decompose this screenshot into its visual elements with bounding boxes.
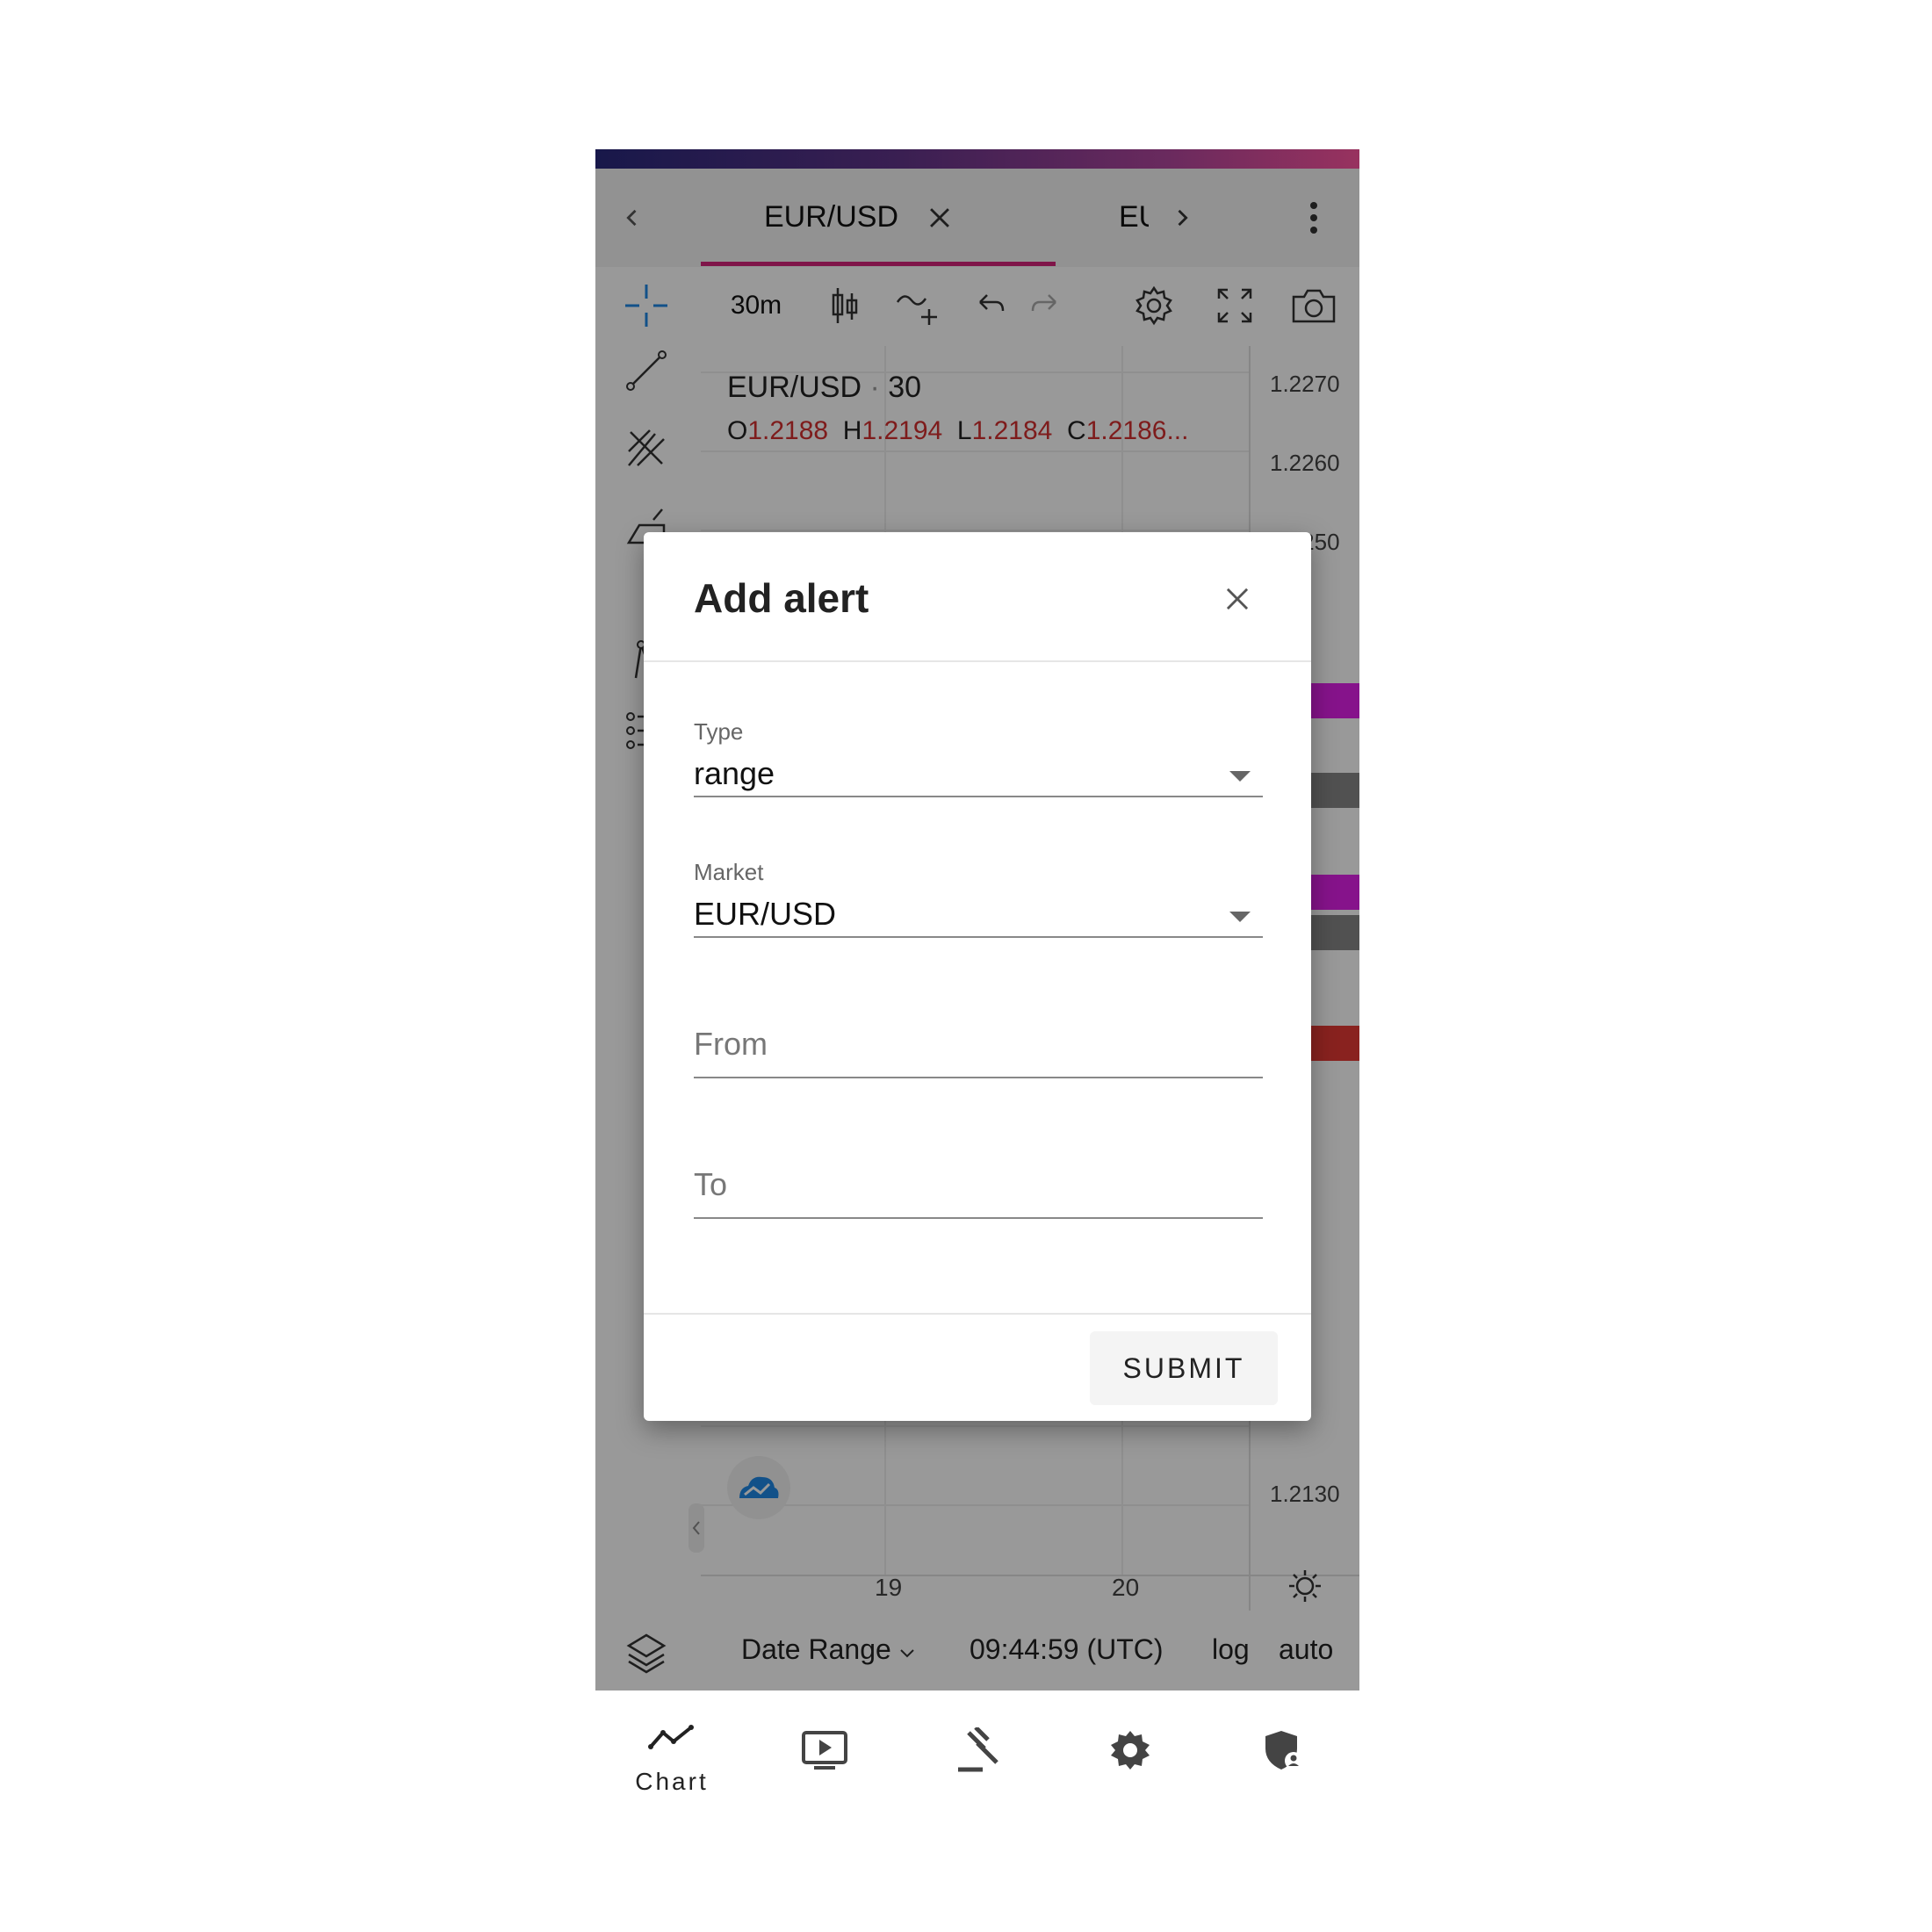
market-label: Market	[694, 859, 764, 885]
nav-account-icon-wrap	[1257, 1726, 1309, 1775]
bottom-navigation: Chart	[595, 1690, 1359, 1809]
from-input[interactable]: From	[694, 1024, 1263, 1080]
type-select[interactable]: Type range	[694, 718, 1263, 797]
to-input[interactable]: To	[694, 1164, 1263, 1221]
nav-account[interactable]	[1207, 1690, 1359, 1809]
gear-icon	[1111, 1731, 1150, 1770]
nav-media[interactable]	[748, 1690, 901, 1809]
field-underline	[694, 796, 1263, 797]
field-underline	[694, 936, 1263, 938]
to-placeholder: To	[694, 1166, 728, 1202]
add-alert-dialog: Add alert Type range Market EUR/USD From…	[644, 532, 1311, 1421]
dialog-close-button[interactable]	[1216, 578, 1258, 620]
dropdown-arrow-icon	[1229, 771, 1251, 782]
close-icon	[1226, 588, 1249, 610]
field-underline	[694, 1217, 1263, 1219]
dropdown-arrow-icon	[1229, 912, 1251, 922]
line-chart-icon	[648, 1725, 694, 1749]
type-value: range	[694, 755, 775, 791]
dialog-divider	[644, 1313, 1311, 1315]
market-value: EUR/USD	[694, 896, 837, 932]
nav-chart-icon-wrap	[645, 1713, 698, 1763]
gavel-icon	[958, 1727, 998, 1772]
field-underline	[694, 1077, 1263, 1078]
nav-chart[interactable]: Chart	[595, 1690, 748, 1809]
nav-trade-icon-wrap	[951, 1726, 1004, 1775]
nav-settings-icon-wrap	[1104, 1726, 1157, 1775]
shield-user-icon	[1265, 1731, 1302, 1770]
dialog-title: Add alert	[694, 575, 869, 621]
play-screen-icon	[802, 1731, 847, 1770]
nav-chart-label: Chart	[635, 1768, 709, 1795]
dialog-divider	[644, 660, 1311, 662]
nav-trade[interactable]	[901, 1690, 1054, 1809]
submit-button[interactable]: SUBMIT	[1090, 1331, 1278, 1405]
nav-settings[interactable]	[1054, 1690, 1207, 1809]
nav-media-icon-wrap	[798, 1726, 851, 1775]
from-placeholder: From	[694, 1026, 768, 1062]
status-bar	[595, 149, 1359, 169]
market-select[interactable]: Market EUR/USD	[694, 859, 1263, 938]
type-label: Type	[694, 718, 744, 745]
